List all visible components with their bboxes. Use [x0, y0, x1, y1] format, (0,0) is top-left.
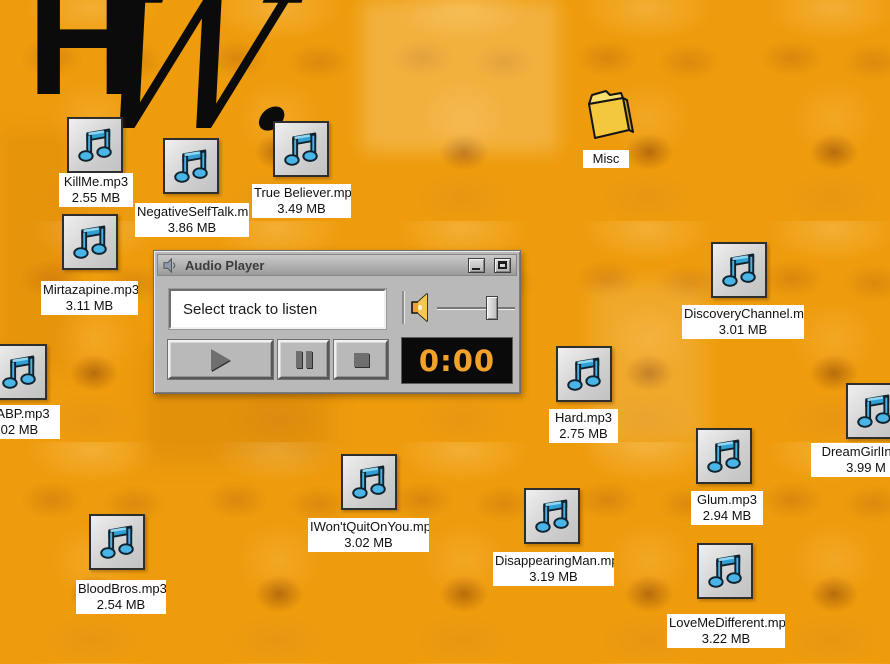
volume-slider-thumb[interactable] — [486, 296, 498, 320]
file-label-Hard.mp3[interactable]: Hard.mp32.75 MB — [549, 409, 618, 443]
file-label-LoveMeDifferent.mp3[interactable]: LoveMeDifferent.mp33.22 MB — [667, 614, 785, 648]
pause-icon — [296, 351, 302, 368]
file-name: DAABP.mp3 — [0, 406, 58, 422]
mp3-file-icon-KillMe.mp3[interactable] — [67, 117, 123, 173]
file-label-IWon'tQuitOnYou.mp3[interactable]: IWon'tQuitOnYou.mp33.02 MB — [308, 518, 429, 552]
file-name: Misc — [585, 151, 627, 167]
stop-icon — [354, 353, 369, 367]
file-size: 3.01 MB — [684, 322, 802, 338]
music-note-icon — [717, 248, 761, 292]
play-button[interactable] — [168, 340, 273, 379]
file-size: 2.55 MB — [61, 190, 131, 206]
wallpaper-patch — [362, 0, 558, 152]
file-name: DiscoveryChannel.mp3 — [684, 306, 802, 322]
file-size: 3.11 MB — [43, 298, 136, 314]
music-note-icon — [73, 123, 117, 167]
music-note-icon — [703, 549, 747, 593]
music-note-icon — [95, 520, 139, 564]
music-note-icon — [562, 352, 606, 396]
audio-player-window: Audio Player Select track to listen 0:00 — [153, 250, 521, 394]
volume-slider[interactable] — [437, 307, 515, 310]
divider — [402, 291, 405, 324]
file-name: Mirtazapine.mp3 — [43, 282, 136, 298]
file-name: Glum.mp3 — [693, 492, 761, 508]
mp3-file-icon-Mirtazapine.mp3[interactable] — [62, 214, 118, 270]
mp3-file-icon-DisappearingMan.mp3[interactable] — [524, 488, 580, 544]
file-name: DreamGirlInShi — [813, 444, 890, 460]
mp3-file-icon-LoveMeDifferent.mp3[interactable] — [697, 543, 753, 599]
mp3-file-icon-NegativeSelfTalk.mp3[interactable] — [163, 138, 219, 194]
music-note-icon — [702, 434, 746, 478]
wallpaper-patch — [0, 130, 70, 370]
file-name: LoveMeDifferent.mp3 — [669, 615, 783, 631]
file-name: NegativeSelfTalk.mp3 — [137, 204, 247, 220]
mp3-file-icon-DiscoveryChannel.mp3[interactable] — [711, 242, 767, 298]
file-size: 3.86 MB — [137, 220, 247, 236]
maximize-button[interactable] — [494, 258, 511, 273]
music-note-icon — [0, 350, 41, 394]
mp3-file-icon-Hard.mp3[interactable] — [556, 346, 612, 402]
minimize-icon — [472, 268, 480, 270]
file-label-KillMe.mp3[interactable]: KillMe.mp32.55 MB — [59, 173, 133, 207]
file-label-True Believer.mp3[interactable]: True Believer.mp33.49 MB — [252, 184, 351, 218]
speaker-icon — [163, 258, 178, 273]
stop-button[interactable] — [334, 340, 388, 379]
file-label-BloodBros.mp3[interactable]: BloodBros.mp32.54 MB — [76, 580, 166, 614]
file-size: 2.54 MB — [78, 597, 164, 613]
mp3-file-icon-DAABP.mp3[interactable] — [0, 344, 47, 400]
file-label-DiscoveryChannel.mp3[interactable]: DiscoveryChannel.mp33.01 MB — [682, 305, 804, 339]
time-text: 0:00 — [419, 344, 495, 378]
titlebar[interactable]: Audio Player — [157, 254, 517, 276]
file-size: 3.99 M — [813, 460, 890, 476]
mp3-file-icon-True Believer.mp3[interactable] — [273, 121, 329, 177]
music-note-icon — [68, 220, 112, 264]
maximize-icon — [498, 261, 507, 269]
music-note-icon — [347, 460, 391, 504]
file-label-DAABP.mp3[interactable]: DAABP.mp33.02 MB — [0, 405, 60, 439]
minimize-button[interactable] — [468, 258, 485, 273]
music-note-icon — [169, 144, 213, 188]
music-note-icon — [852, 389, 890, 433]
file-size: 3.19 MB — [495, 569, 612, 585]
file-label-Glum.mp3[interactable]: Glum.mp32.94 MB — [691, 491, 763, 525]
mp3-file-icon-Glum.mp3[interactable] — [696, 428, 752, 484]
track-field[interactable]: Select track to listen — [169, 289, 386, 329]
file-size: 3.02 MB — [310, 535, 427, 551]
music-note-icon — [530, 494, 574, 538]
file-size: 2.94 MB — [693, 508, 761, 524]
mp3-file-icon-BloodBros.mp3[interactable] — [89, 514, 145, 570]
file-size: 3.49 MB — [254, 201, 349, 217]
desktop: { "logo": { "h": "H", "w": "W." }, "colo… — [0, 0, 890, 664]
file-name: BloodBros.mp3 — [78, 581, 164, 597]
file-size: 3.02 MB — [0, 422, 58, 438]
file-name: KillMe.mp3 — [61, 174, 131, 190]
file-label-Misc[interactable]: Misc — [583, 150, 629, 168]
mp3-file-icon-DreamGirlInShi[interactable] — [846, 383, 890, 439]
file-size: 2.75 MB — [551, 426, 616, 442]
file-name: IWon'tQuitOnYou.mp3 — [310, 519, 427, 535]
file-label-DreamGirlInShi[interactable]: DreamGirlInShi3.99 M — [811, 443, 890, 477]
file-label-Mirtazapine.mp3[interactable]: Mirtazapine.mp33.11 MB — [41, 281, 138, 315]
file-label-DisappearingMan.mp3[interactable]: DisappearingMan.mp33.19 MB — [493, 552, 614, 586]
file-name: Hard.mp3 — [551, 410, 616, 426]
time-display: 0:00 — [401, 337, 513, 384]
file-size: 3.22 MB — [669, 631, 783, 647]
folder-icon-Misc[interactable] — [577, 84, 635, 148]
file-name: DisappearingMan.mp3 — [495, 553, 612, 569]
window-title: Audio Player — [185, 258, 459, 273]
volume-speaker-icon[interactable] — [410, 291, 434, 329]
file-label-NegativeSelfTalk.mp3[interactable]: NegativeSelfTalk.mp33.86 MB — [135, 203, 249, 237]
file-name: True Believer.mp3 — [254, 185, 349, 201]
mp3-file-icon-IWon'tQuitOnYou.mp3[interactable] — [341, 454, 397, 510]
pause-button[interactable] — [278, 340, 329, 379]
folder-icon — [577, 84, 635, 148]
music-note-icon — [279, 127, 323, 171]
play-icon — [211, 349, 230, 371]
